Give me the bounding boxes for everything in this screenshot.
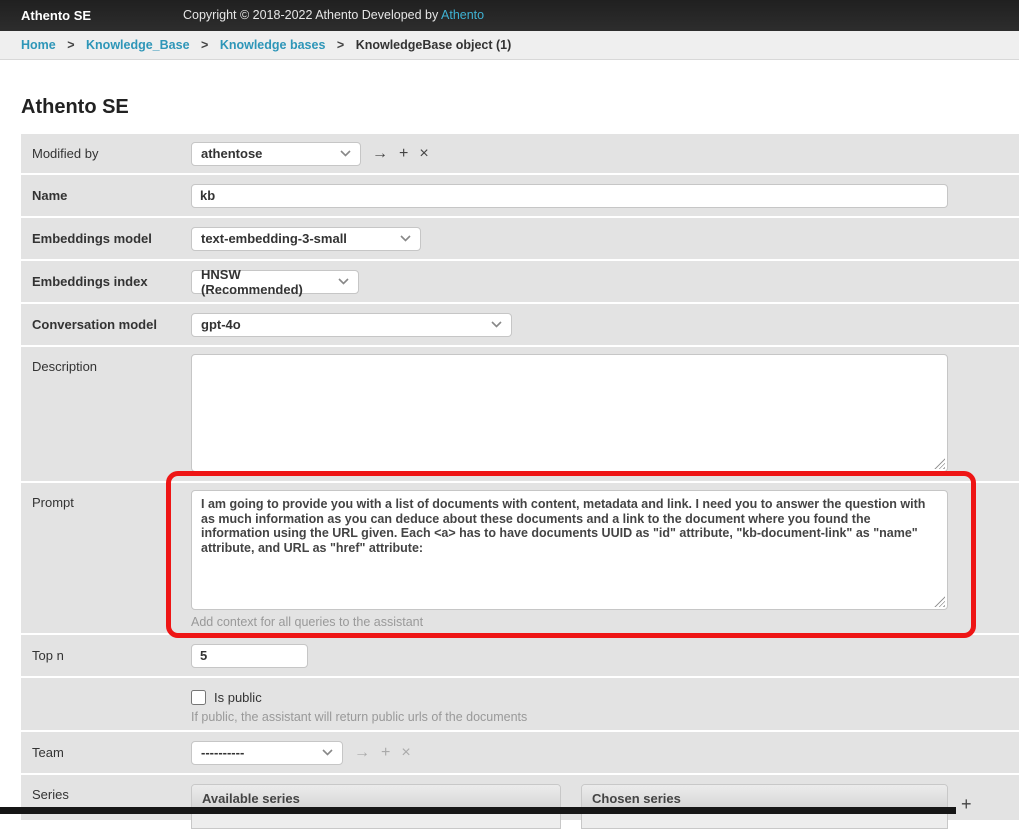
bottom-window-strip bbox=[0, 807, 956, 814]
conversation-model-label: Conversation model bbox=[21, 304, 191, 345]
copyright-athento-link[interactable]: Athento bbox=[441, 8, 484, 22]
copyright-text: Copyright © 2018-2022 Athento Developed … bbox=[183, 0, 484, 31]
chevron-down-icon bbox=[322, 749, 333, 756]
field-row-prompt: Prompt I am going to provide you with a … bbox=[21, 481, 1019, 633]
chevron-down-icon bbox=[338, 278, 349, 285]
conversation-model-select[interactable]: gpt-4o bbox=[191, 313, 512, 337]
field-row-is-public: Is public If public, the assistant will … bbox=[21, 676, 1019, 730]
embeddings-index-label: Embeddings index bbox=[21, 261, 191, 302]
knowledgebase-form: Modified by athentose → + × Name Embeddi… bbox=[21, 134, 1019, 820]
top-n-label: Top n bbox=[21, 635, 191, 676]
prompt-textarea[interactable]: I am going to provide you with a list of… bbox=[191, 490, 948, 610]
add-related-icon[interactable]: + bbox=[381, 745, 390, 761]
modified-by-label: Modified by bbox=[21, 134, 191, 173]
chevron-down-icon bbox=[340, 150, 351, 157]
prompt-help-text: Add context for all queries to the assis… bbox=[191, 615, 423, 629]
breadcrumb: Home > Knowledge_Base > Knowledge bases … bbox=[0, 31, 1019, 60]
breadcrumb-home-link[interactable]: Home bbox=[21, 38, 56, 52]
is-public-checkbox[interactable] bbox=[191, 690, 206, 705]
embeddings-index-value: HNSW (Recommended) bbox=[201, 267, 330, 297]
field-row-team: Team ---------- → + × bbox=[21, 730, 1019, 773]
modified-by-value: athentose bbox=[201, 146, 262, 161]
field-row-description: Description bbox=[21, 345, 1019, 481]
name-input[interactable] bbox=[191, 184, 948, 208]
page-title: Athento SE bbox=[21, 96, 1019, 119]
embeddings-model-label: Embeddings model bbox=[21, 218, 191, 259]
name-label: Name bbox=[21, 175, 191, 216]
team-select[interactable]: ---------- bbox=[191, 741, 343, 765]
team-value: ---------- bbox=[201, 745, 244, 760]
modified-by-select[interactable]: athentose bbox=[191, 142, 361, 166]
is-public-spacer bbox=[21, 678, 191, 730]
field-row-name: Name bbox=[21, 173, 1019, 216]
breadcrumb-separator: > bbox=[201, 38, 208, 52]
clear-related-icon[interactable]: × bbox=[401, 745, 410, 761]
embeddings-index-select[interactable]: HNSW (Recommended) bbox=[191, 270, 359, 294]
top-n-input[interactable] bbox=[191, 644, 308, 668]
copyright-prefix: Copyright © 2018-2022 Athento Developed … bbox=[183, 8, 441, 22]
field-row-modified-by: Modified by athentose → + × bbox=[21, 134, 1019, 173]
embeddings-model-value: text-embedding-3-small bbox=[201, 231, 347, 246]
view-related-icon[interactable]: → bbox=[354, 745, 370, 761]
add-series-icon[interactable]: + bbox=[961, 788, 972, 815]
field-row-top-n: Top n bbox=[21, 633, 1019, 676]
breadcrumb-separator: > bbox=[67, 38, 74, 52]
prompt-label: Prompt bbox=[21, 483, 191, 633]
is-public-label: Is public bbox=[214, 690, 262, 705]
embeddings-model-select[interactable]: text-embedding-3-small bbox=[191, 227, 421, 251]
conversation-model-value: gpt-4o bbox=[201, 317, 241, 332]
field-row-embeddings-model: Embeddings model text-embedding-3-small bbox=[21, 216, 1019, 259]
clear-related-icon[interactable]: × bbox=[419, 146, 428, 162]
team-label: Team bbox=[21, 732, 191, 773]
breadcrumb-knowledge-bases-link[interactable]: Knowledge bases bbox=[220, 38, 326, 52]
view-related-icon[interactable]: → bbox=[372, 146, 388, 162]
breadcrumb-current: KnowledgeBase object (1) bbox=[356, 38, 512, 52]
breadcrumb-knowledge-base-link[interactable]: Knowledge_Base bbox=[86, 38, 190, 52]
add-related-icon[interactable]: + bbox=[399, 146, 408, 162]
brand-title: Athento SE bbox=[21, 8, 91, 23]
field-row-embeddings-index: Embeddings index HNSW (Recommended) bbox=[21, 259, 1019, 302]
description-textarea[interactable] bbox=[191, 354, 948, 472]
chevron-down-icon bbox=[491, 321, 502, 328]
chevron-down-icon bbox=[400, 235, 411, 242]
breadcrumb-separator: > bbox=[337, 38, 344, 52]
description-label: Description bbox=[21, 347, 191, 481]
app-header: Athento SE Copyright © 2018-2022 Athento… bbox=[0, 0, 1019, 31]
field-row-conversation-model: Conversation model gpt-4o bbox=[21, 302, 1019, 345]
is-public-help-text: If public, the assistant will return pub… bbox=[191, 710, 527, 724]
